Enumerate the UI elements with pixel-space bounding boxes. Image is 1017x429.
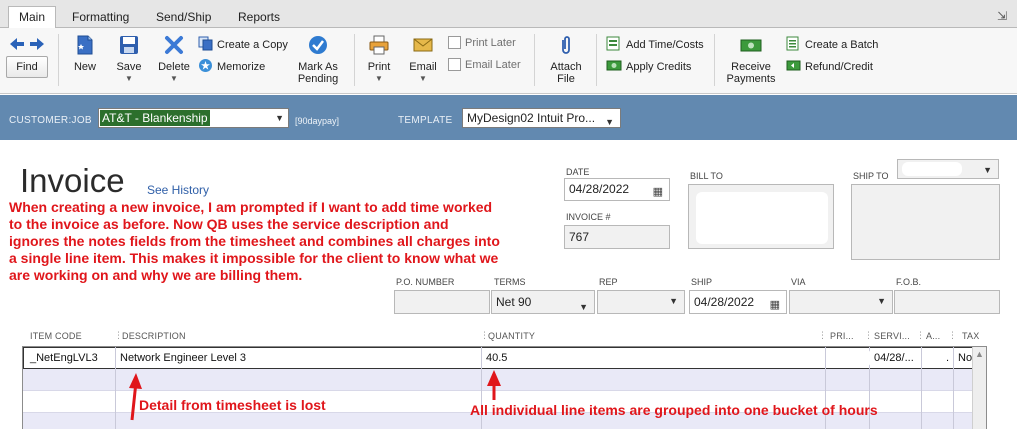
annotation-detail-lost: Detail from timesheet is lost [139, 397, 326, 413]
arrowhead-icon [487, 370, 501, 386]
annotation-arrows [129, 370, 501, 421]
arrowhead-icon [129, 373, 142, 389]
annotation-grouped: All individual line items are grouped in… [470, 402, 878, 418]
